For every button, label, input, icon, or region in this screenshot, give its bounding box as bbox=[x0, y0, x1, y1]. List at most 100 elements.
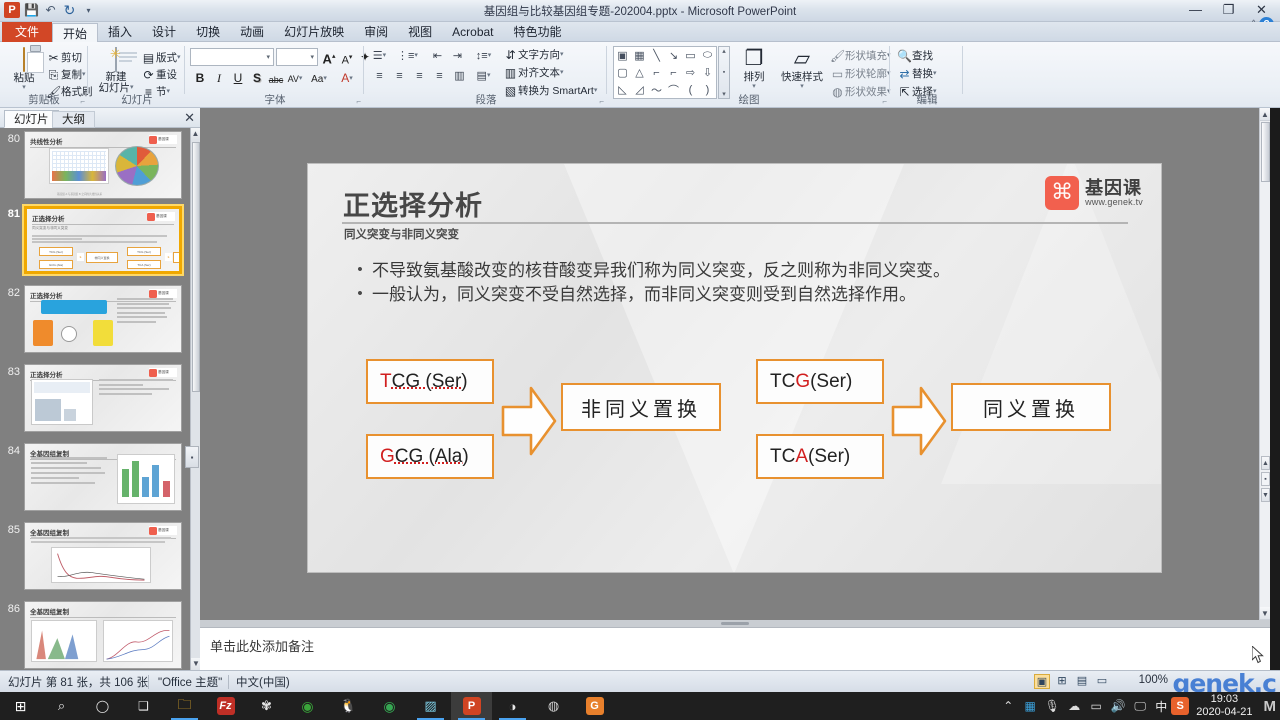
chrome-icon[interactable]: ◉ bbox=[369, 692, 410, 720]
theme-name[interactable]: "Office 主题" bbox=[158, 674, 222, 690]
align-text-button[interactable]: ▥ 对齐文本▾ bbox=[503, 65, 564, 80]
align-right-icon[interactable]: ≡ bbox=[411, 68, 428, 84]
shape-outline-button[interactable]: ▭形状轮廓▾ bbox=[830, 66, 891, 81]
align-center-icon[interactable]: ≡ bbox=[391, 68, 408, 84]
ime-language-icon[interactable]: 中 bbox=[1151, 698, 1171, 715]
network-tool-icon[interactable]: ▦ bbox=[1019, 699, 1041, 713]
tab-design[interactable]: 设计 bbox=[142, 22, 186, 42]
gallery-scroll-up-icon[interactable]: ▴ bbox=[722, 47, 726, 55]
columns-icon[interactable]: ▥ bbox=[451, 68, 468, 84]
panel-scroll-thumb[interactable] bbox=[192, 142, 200, 392]
shape-line-icon[interactable]: ╲ bbox=[648, 47, 665, 64]
shape-fill-button[interactable]: 🖌形状填充▾ bbox=[830, 48, 891, 63]
tab-file[interactable]: 文件 bbox=[2, 22, 53, 42]
tab-view[interactable]: 视图 bbox=[398, 22, 442, 42]
tab-slides-thumbnails[interactable]: 幻灯片 bbox=[4, 110, 59, 128]
codon-box-tca-ser[interactable]: TC A (Ser) bbox=[756, 434, 884, 479]
codon-box-tcg-ser-2[interactable]: TC G (Ser) bbox=[756, 359, 884, 404]
replace-button[interactable]: ⇄ 替换▾ bbox=[897, 66, 936, 81]
filezilla-icon[interactable]: Fz bbox=[205, 692, 246, 720]
scroll-thumb[interactable] bbox=[1261, 122, 1270, 182]
list-item[interactable]: 83 正选择分析 基因课 bbox=[0, 364, 190, 432]
snipping-tool-icon[interactable]: ▨ bbox=[410, 692, 451, 720]
shape-textbox2-icon[interactable]: ▦ bbox=[631, 47, 648, 64]
numbering-icon[interactable]: ⋮≡▾ bbox=[397, 48, 418, 64]
font-name-input[interactable]: ▾ bbox=[190, 48, 274, 66]
slide-body-text[interactable]: • 不导致氨基酸改变的核苷酸变异我们称为同义突变，反之则称为非同义突变。 • 一… bbox=[348, 260, 1128, 309]
bullets-icon[interactable]: ☰▾ bbox=[371, 48, 388, 64]
shape-elbow-icon[interactable]: ⌐ bbox=[648, 64, 665, 81]
task-view-icon[interactable]: ❑ bbox=[123, 692, 164, 720]
shape-textbox-icon[interactable]: ▣ bbox=[614, 47, 631, 64]
slide-navigator-button[interactable]: ▪ bbox=[1261, 472, 1270, 486]
shape-arrow-icon[interactable]: ↘ bbox=[665, 47, 682, 64]
shape-rect-icon[interactable]: ▭ bbox=[682, 47, 699, 64]
tab-features[interactable]: 特色功能 bbox=[504, 22, 572, 42]
reset-button[interactable]: ⟳ 重设 bbox=[141, 67, 177, 82]
font-color-button[interactable]: A▾ bbox=[338, 69, 356, 87]
list-item[interactable]: 80 共线性分析 基因课 基因组 A 与基因组 B 之间的共线性关系 bbox=[0, 131, 190, 199]
new-slide-button[interactable]: ✳ 新建 幻灯片▾ bbox=[94, 46, 138, 94]
character-spacing-button[interactable]: AV▾ bbox=[286, 70, 304, 88]
grow-font-button[interactable]: A▴ bbox=[320, 48, 338, 66]
quick-styles-button[interactable]: ▱ 快速样式 ▾ bbox=[776, 47, 828, 91]
tab-acrobat[interactable]: Acrobat bbox=[442, 22, 503, 42]
microphone-icon[interactable]: 🎙 bbox=[1041, 699, 1063, 713]
layout-button[interactable]: ▤ 版式▾ bbox=[141, 50, 181, 65]
paragraph-dialog-launcher[interactable]: ⌐ bbox=[599, 97, 604, 106]
italic-button[interactable]: I bbox=[210, 69, 228, 87]
copy-button[interactable]: ⎘ 复制▾ bbox=[46, 67, 86, 83]
thumbnail-slide-86[interactable]: 全基因组复制 bbox=[24, 601, 182, 669]
next-slide-button[interactable]: ▼ bbox=[1261, 488, 1270, 502]
thumbnail-slide-84[interactable]: 全基因组复制 bbox=[24, 443, 182, 511]
underline-button[interactable]: U bbox=[229, 69, 247, 87]
display-icon[interactable]: 🖵 bbox=[1129, 699, 1151, 714]
slide-sorter-button[interactable]: ⊞ bbox=[1054, 674, 1070, 689]
drawing-dialog-launcher[interactable]: ⌐ bbox=[882, 97, 887, 106]
slideshow-button[interactable]: ▭ bbox=[1094, 674, 1110, 689]
strikethrough-button[interactable]: abc bbox=[267, 71, 285, 89]
volume-icon[interactable]: 🔊 bbox=[1107, 699, 1129, 713]
file-explorer-icon[interactable]: 🗀 bbox=[164, 692, 205, 720]
increase-indent-icon[interactable]: ⇥ bbox=[449, 48, 466, 64]
arrange-button[interactable]: ❐ 排列 ▾ bbox=[734, 47, 774, 91]
list-item[interactable]: 84 全基因组复制 bbox=[0, 443, 190, 511]
qq-icon[interactable]: 🐧 bbox=[328, 692, 369, 720]
minimize-button[interactable]: — bbox=[1179, 0, 1212, 20]
slide-thumbnail-list[interactable]: 80 共线性分析 基因课 基因组 A 与基因组 B 之间的共线性关系 81 正选… bbox=[0, 128, 190, 670]
list-item[interactable]: 86 全基因组复制 bbox=[0, 601, 190, 669]
codon-box-tcg-ser[interactable]: T CG (Ser) bbox=[366, 359, 494, 404]
tab-insert[interactable]: 插入 bbox=[98, 22, 142, 42]
clipboard-dialog-launcher[interactable]: ⌐ bbox=[80, 97, 85, 106]
search-icon[interactable]: ⌕ bbox=[41, 692, 82, 720]
restore-button[interactable]: ❐ bbox=[1212, 0, 1245, 20]
powerpoint-icon[interactable]: P bbox=[451, 692, 492, 720]
result-box-synonymous[interactable]: 同义置换 bbox=[951, 383, 1111, 431]
close-panel-icon[interactable]: ✕ bbox=[184, 110, 195, 126]
current-slide[interactable]: 正选择分析 同义突变与非同义突变 ⌘ 基因课 www.genek.tv • 不导… bbox=[307, 163, 1162, 573]
arrow-shape-nonsynonymous[interactable] bbox=[501, 385, 557, 457]
slide-vertical-scrollbar[interactable]: ▲ ▲ ▪ ▼ ▼ bbox=[1259, 108, 1270, 620]
text-direction-button[interactable]: ⇵ 文字方向▾ bbox=[503, 47, 563, 62]
obs-icon[interactable]: ◍ bbox=[533, 692, 574, 720]
list-item[interactable]: 81 正选择分析 同义突变与非同义突变 基因课 TCG (Ser) GCG (A… bbox=[0, 206, 190, 274]
decrease-indent-icon[interactable]: ⇤ bbox=[429, 48, 446, 64]
bold-button[interactable]: B bbox=[191, 69, 209, 87]
font-size-input[interactable]: ▾ bbox=[276, 48, 318, 66]
paste-button[interactable]: 粘贴 ▾ bbox=[4, 47, 44, 92]
show-hidden-icons-icon[interactable]: ⌃ bbox=[997, 699, 1019, 713]
slide-title[interactable]: 正选择分析 bbox=[343, 184, 483, 223]
close-button[interactable]: ✕ bbox=[1245, 0, 1278, 20]
result-box-nonsynonymous[interactable]: 非同义置换 bbox=[561, 383, 721, 431]
cloud-icon[interactable]: ☁ bbox=[1063, 699, 1085, 713]
tab-transitions[interactable]: 切换 bbox=[186, 22, 230, 42]
sogou-input-icon[interactable]: S bbox=[1171, 697, 1190, 715]
zoom-level[interactable]: 100% bbox=[1139, 674, 1168, 686]
media-player-icon[interactable]: ◑ bbox=[492, 692, 533, 720]
text-columns-icon[interactable]: ▤▾ bbox=[475, 68, 492, 84]
scroll-down-icon[interactable]: ▼ bbox=[1260, 607, 1270, 620]
line-spacing-icon[interactable]: ↕≡▾ bbox=[475, 48, 492, 64]
thumbnail-slide-81[interactable]: 正选择分析 同义突变与非同义突变 基因课 TCG (Ser) GCG (Ala)… bbox=[24, 206, 182, 274]
thumbnail-slide-80[interactable]: 共线性分析 基因课 基因组 A 与基因组 B 之间的共线性关系 bbox=[24, 131, 182, 199]
shape-down-arrow-icon[interactable]: ⇩ bbox=[699, 64, 716, 81]
